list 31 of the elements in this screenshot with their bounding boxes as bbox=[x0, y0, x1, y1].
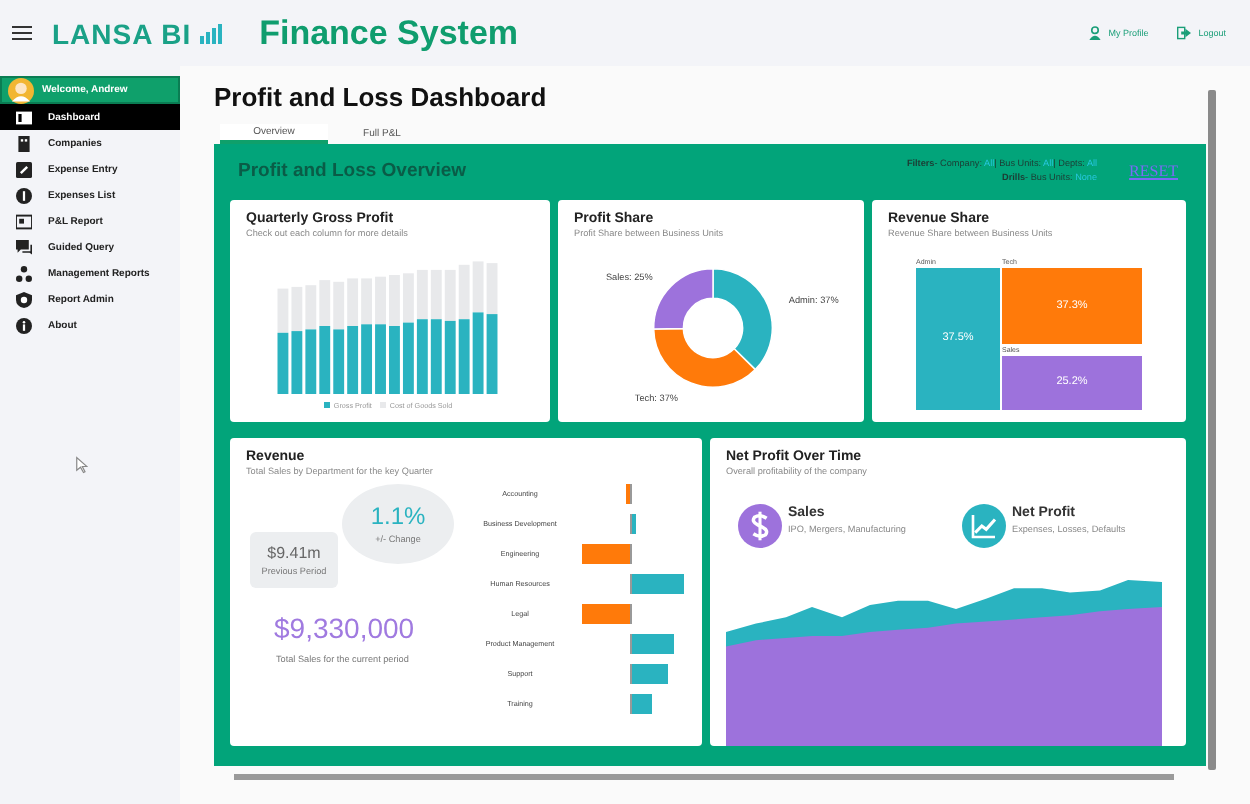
bar bbox=[625, 483, 630, 505]
bar bbox=[582, 543, 630, 565]
menu-icon[interactable] bbox=[12, 25, 32, 41]
avatar-icon bbox=[8, 77, 34, 103]
bar bbox=[632, 573, 685, 595]
info-icon bbox=[16, 317, 32, 333]
logo: LANSA BI bbox=[52, 17, 192, 49]
trend-chart-icon bbox=[962, 503, 1006, 548]
total-value: $9,330,000 bbox=[274, 611, 415, 644]
bar bbox=[632, 693, 652, 715]
previous-value: $9.41m bbox=[267, 543, 321, 562]
scrollbar[interactable] bbox=[234, 774, 1174, 780]
page-title: Profit and Loss Dashboard bbox=[214, 82, 549, 112]
logout-icon bbox=[1176, 26, 1193, 40]
user-icon bbox=[1088, 26, 1103, 40]
app-title: Finance System bbox=[259, 13, 519, 53]
change-value: 1.1% bbox=[370, 502, 426, 531]
shield-icon bbox=[16, 291, 32, 307]
chat-icon bbox=[16, 239, 32, 255]
cursor-icon bbox=[76, 456, 88, 474]
bar bbox=[632, 663, 668, 685]
sitemap-icon bbox=[16, 265, 32, 281]
panel-title: Profit and Loss Overview bbox=[238, 159, 467, 182]
bar-chart-icon bbox=[199, 23, 224, 43]
report-icon bbox=[16, 213, 32, 229]
scrollbar[interactable] bbox=[1208, 90, 1216, 770]
building-icon bbox=[16, 135, 32, 151]
edit-icon bbox=[16, 161, 32, 177]
bar bbox=[632, 633, 674, 655]
dashboard-icon bbox=[16, 109, 32, 125]
bar bbox=[582, 603, 630, 625]
